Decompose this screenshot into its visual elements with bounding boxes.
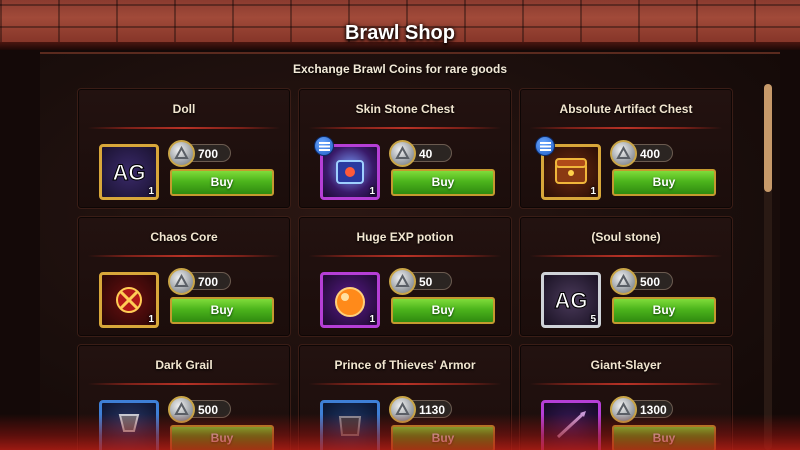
grail-icon[interactable] xyxy=(99,400,159,450)
shop-item-card: Chaos Core 1 700 Buy xyxy=(77,216,291,337)
item-quantity: 1 xyxy=(148,186,154,197)
divider xyxy=(88,255,280,257)
brawl-coin-icon xyxy=(168,396,195,423)
svg-text:AG: AG xyxy=(555,288,588,313)
buy-button[interactable]: Buy xyxy=(170,169,274,196)
item-name: Dark Grail xyxy=(155,358,213,372)
brawl-coin-icon xyxy=(389,140,416,167)
divider xyxy=(530,127,722,129)
weapon-icon[interactable] xyxy=(541,400,601,450)
price-amount: 1130 xyxy=(419,403,446,417)
brawl-coin-icon xyxy=(168,268,195,295)
price-tag: 400 xyxy=(610,140,673,167)
brawl-coin-icon xyxy=(168,140,195,167)
scrollbar-thumb[interactable] xyxy=(764,84,772,192)
buy-button[interactable]: Buy xyxy=(391,169,495,196)
ag-logo-icon[interactable]: AG 5 xyxy=(541,272,601,328)
price-tag: 50 xyxy=(389,268,452,295)
brawl-coin-icon xyxy=(610,396,637,423)
item-name: Skin Stone Chest xyxy=(355,102,455,116)
buy-button[interactable]: Buy xyxy=(612,169,716,196)
price-tag: 700 xyxy=(168,268,231,295)
price-amount: 700 xyxy=(198,147,219,161)
shop-item-card: Giant-Slayer 1300 Buy xyxy=(519,344,733,450)
price-tag: 700 xyxy=(168,140,231,167)
item-name: (Soul stone) xyxy=(591,230,661,244)
item-name: Absolute Artifact Chest xyxy=(559,102,693,116)
brawl-coin-icon xyxy=(389,396,416,423)
price-amount: 500 xyxy=(198,403,219,417)
price-amount: 50 xyxy=(419,275,433,289)
item-name: Giant-Slayer xyxy=(590,358,662,372)
shop-item-card: Skin Stone Chest 1 40 Buy xyxy=(298,88,512,209)
price-amount: 500 xyxy=(640,275,661,289)
scrollbar-track[interactable] xyxy=(764,84,772,450)
divider xyxy=(88,127,280,129)
page-title: Brawl Shop xyxy=(344,22,455,44)
shop-item-card: Dark Grail 500 Buy xyxy=(77,344,291,450)
item-name: Chaos Core xyxy=(150,230,218,244)
item-quantity: 1 xyxy=(590,186,596,197)
list-icon[interactable] xyxy=(535,136,555,156)
price-amount: 40 xyxy=(419,147,433,161)
item-name: Huge EXP potion xyxy=(356,230,454,244)
divider xyxy=(530,255,722,257)
ag-logo-icon[interactable]: AG 1 xyxy=(99,144,159,200)
chaos-core-icon[interactable]: 1 xyxy=(99,272,159,328)
price-tag: 500 xyxy=(168,396,231,423)
shop-grid: Doll AG 1 700 Buy Skin Stone Chest 1 40 … xyxy=(77,88,733,450)
item-quantity: 1 xyxy=(148,314,154,325)
buy-button[interactable]: Buy xyxy=(391,297,495,324)
shop-subtitle: Exchange Brawl Coins for rare goods xyxy=(292,62,508,76)
shop-item-card: Doll AG 1 700 Buy xyxy=(77,88,291,209)
price-tag: 500 xyxy=(610,268,673,295)
shop-item-card: Huge EXP potion 1 50 Buy xyxy=(298,216,512,337)
buy-button[interactable]: Buy xyxy=(170,297,274,324)
buy-button[interactable]: Buy xyxy=(612,297,716,324)
svg-text:AG: AG xyxy=(113,160,146,185)
potion-icon[interactable]: 1 xyxy=(320,272,380,328)
price-amount: 400 xyxy=(640,147,661,161)
price-tag: 40 xyxy=(389,140,452,167)
price-amount: 700 xyxy=(198,275,219,289)
divider xyxy=(530,383,722,385)
buy-button[interactable]: Buy xyxy=(612,425,716,450)
shop-item-card: (Soul stone) AG 5 500 Buy xyxy=(519,216,733,337)
item-quantity: 1 xyxy=(369,186,375,197)
brawl-coin-icon xyxy=(610,140,637,167)
price-tag: 1130 xyxy=(389,396,452,423)
shop-item-card: Prince of Thieves' Armor 1130 Buy xyxy=(298,344,512,450)
item-quantity: 1 xyxy=(369,314,375,325)
item-name: Prince of Thieves' Armor xyxy=(334,358,476,372)
buy-button[interactable]: Buy xyxy=(391,425,495,450)
price-tag: 1300 xyxy=(610,396,673,423)
list-icon[interactable] xyxy=(314,136,334,156)
price-amount: 1300 xyxy=(640,403,667,417)
buy-button[interactable]: Buy xyxy=(170,425,274,450)
armor-icon[interactable] xyxy=(320,400,380,450)
divider xyxy=(309,383,501,385)
item-name: Doll xyxy=(172,102,196,116)
shop-item-card: Absolute Artifact Chest 1 400 Buy xyxy=(519,88,733,209)
divider xyxy=(309,255,501,257)
divider xyxy=(309,127,501,129)
brawl-coin-icon xyxy=(389,268,416,295)
item-quantity: 5 xyxy=(590,314,596,325)
divider xyxy=(88,383,280,385)
brawl-coin-icon xyxy=(610,268,637,295)
